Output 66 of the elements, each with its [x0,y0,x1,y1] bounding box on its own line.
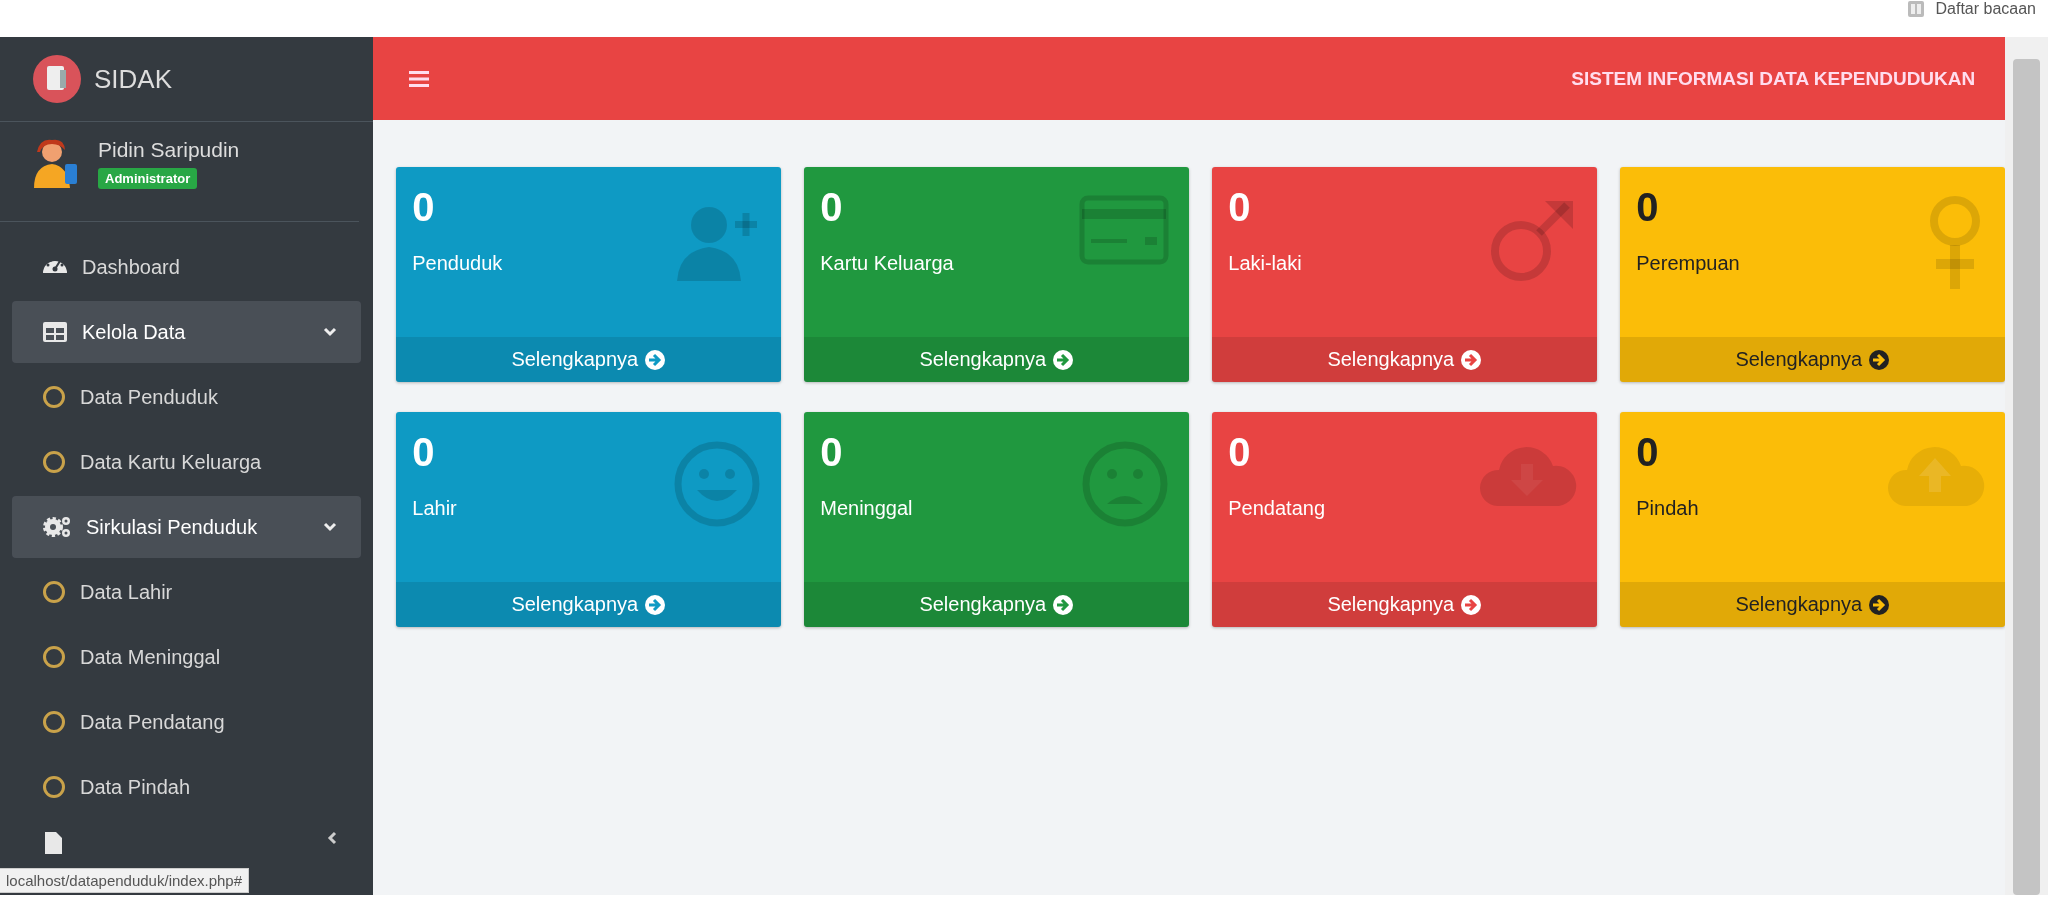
menu-group[interactable]: Sirkulasi Penduduk [12,496,362,558]
stat-label: Pendatang [1228,497,1326,520]
more-info-link[interactable]: Selengkapnya [1620,337,2006,382]
reading-list-icon[interactable] [1907,0,1926,18]
arrow-circle-right-icon [1460,348,1483,371]
arrow-circle-right-icon [1868,348,1891,371]
status-url-tooltip: localhost/datapenduduk/index.php# [0,868,250,893]
role-label: Administrator [98,168,198,189]
more-info-link[interactable]: Selengkapnya [1212,337,1598,382]
arrow-circle-right-icon [1052,348,1075,371]
circle-icon [42,710,66,734]
arrow-circle-right-icon [644,593,667,616]
stat-label: Lahir [412,497,457,520]
stat-count: 0 [412,185,436,230]
stat-count: 0 [820,185,844,230]
submenu-item[interactable]: Data Meninggal [12,626,362,688]
credit-card-icon [1079,195,1170,265]
submenu-item[interactable]: Data Pindah [12,756,362,818]
scrollbar[interactable] [2005,37,2048,895]
stat-label: Laki-laki [1228,252,1302,275]
arrow-circle-right-icon [644,348,667,371]
chevron-down-icon [323,327,338,337]
menu-item[interactable]: Dashboard [12,236,362,298]
stat-count: 0 [1228,430,1252,475]
more-info-link[interactable]: Selengkapnya [1212,582,1598,627]
submenu-item[interactable]: Data Penduduk [12,366,362,428]
stat-count: 0 [1636,185,1660,230]
table-icon [42,321,68,343]
logo-icon [32,54,82,104]
arrow-circle-right-icon [1868,593,1891,616]
menu-icon[interactable] [409,69,430,88]
stat-label: Penduduk [412,252,503,275]
brand-name: SIDAK [94,63,173,95]
document-icon [42,831,64,855]
chevron-down-icon [323,522,338,532]
submenu-item[interactable]: Data Pendatang [12,691,362,753]
system-title: SISTEM INFORMASI DATA KEPENDUDUKAN [1571,67,1976,90]
more-info-link[interactable]: Selengkapnya [396,337,782,382]
circle-icon [42,645,66,669]
stat-label: Pindah [1636,497,1699,520]
gears-icon [42,515,72,539]
stat-count: 0 [1228,185,1252,230]
submenu-item[interactable]: Data Kartu Keluarga [12,431,362,493]
circle-icon [42,385,66,409]
stat-count: 0 [412,430,436,475]
circle-icon [42,775,66,799]
dashboard-icon [42,260,68,274]
more-info-link[interactable]: Selengkapnya [804,337,1190,382]
stat-count: 0 [820,430,844,475]
reading-list-link[interactable]: Daftar bacaan [1935,0,2036,18]
chevron-left-icon [327,831,338,845]
user-name: Pidin Saripudin [98,138,240,162]
arrow-circle-right-icon [1052,593,1075,616]
stat-label: Perempuan [1636,252,1740,275]
arrow-circle-right-icon [1460,593,1483,616]
circle-icon [42,450,66,474]
more-info-link[interactable]: Selengkapnya [1620,582,2006,627]
circle-icon [42,580,66,604]
stat-label: Meninggal [820,497,913,520]
stat-count: 0 [1636,430,1660,475]
menu-group[interactable]: Kelola Data [12,301,362,363]
more-info-link[interactable]: Selengkapnya [396,582,782,627]
smiley-icon [673,440,762,528]
more-info-link[interactable]: Selengkapnya [804,582,1190,627]
submenu-item[interactable]: Data Lahir [12,561,362,623]
stat-label: Kartu Keluarga [820,252,954,275]
